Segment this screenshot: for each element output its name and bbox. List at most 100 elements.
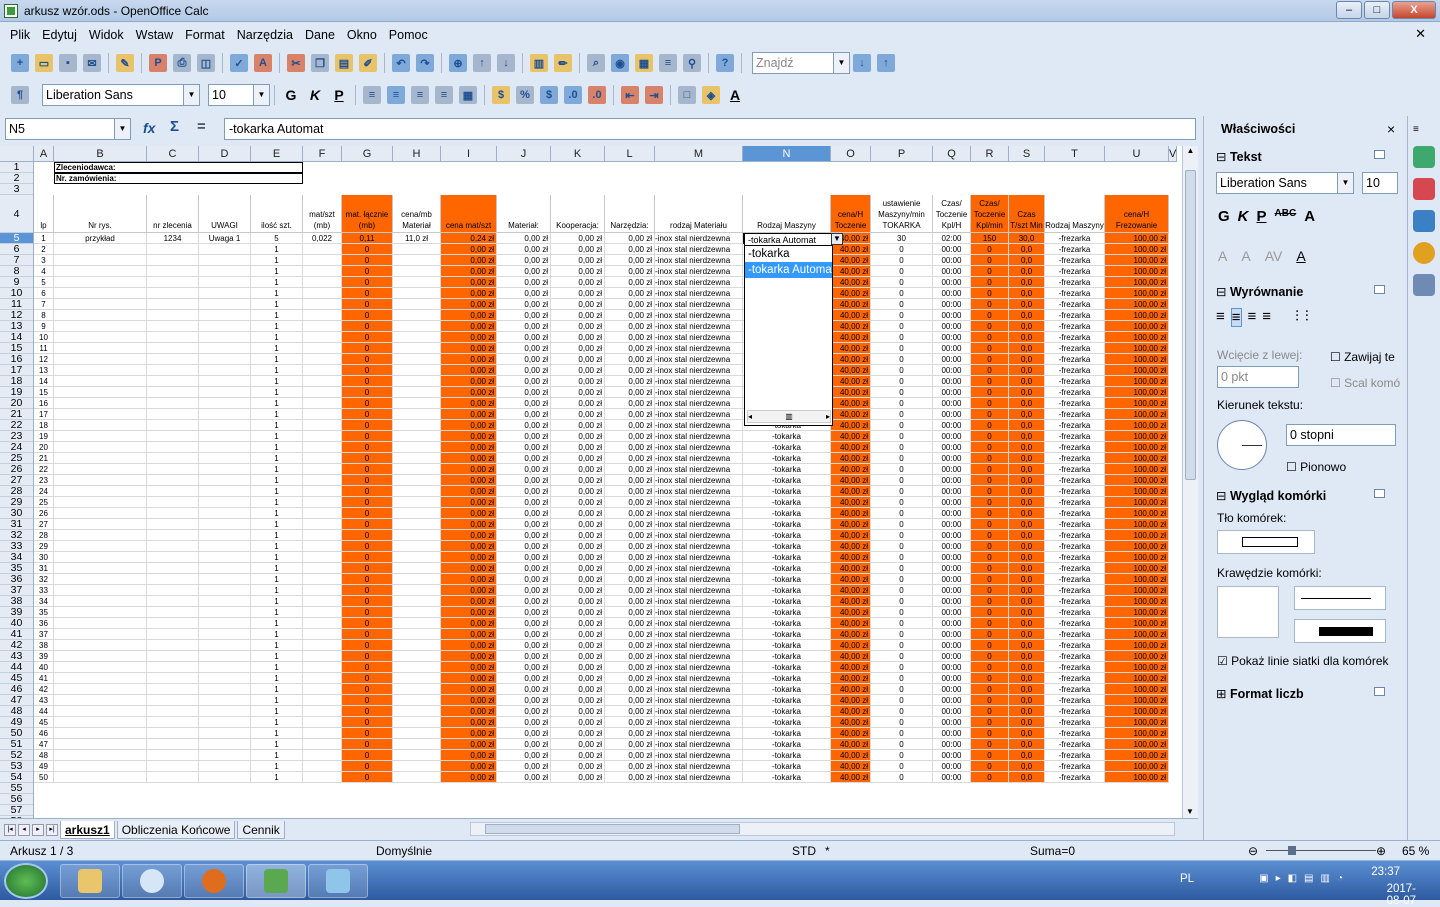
client-field[interactable]: Zleceniodawca:: [54, 162, 303, 173]
deck-functions-icon[interactable]: [1413, 274, 1435, 296]
cell-K24[interactable]: 0,00 zł: [551, 442, 605, 453]
cell-S11[interactable]: 0,0: [1009, 299, 1045, 310]
cell-H18[interactable]: [393, 376, 441, 387]
cell-Q16[interactable]: 00:00: [933, 354, 971, 365]
cell-A49[interactable]: 45: [34, 717, 54, 728]
cell-A45[interactable]: 41: [34, 673, 54, 684]
cell-L30[interactable]: 0,00 zł: [605, 508, 655, 519]
cell-F42[interactable]: [303, 640, 342, 651]
cell-K10[interactable]: 0,00 zł: [551, 288, 605, 299]
header-cell-D[interactable]: UWAGI: [199, 195, 251, 233]
cell-S27[interactable]: 0,0: [1009, 475, 1045, 486]
draw-functions-icon[interactable]: ✏: [554, 54, 572, 72]
cell-S34[interactable]: 0,0: [1009, 552, 1045, 563]
table-row[interactable]: 2 1 0 0,00 zł 0,00 zł 0,00 zł 0,00 zł -inox sta…: [34, 244, 1169, 255]
cell-G15[interactable]: 0: [342, 343, 393, 354]
cell-G50[interactable]: 0: [342, 728, 393, 739]
cell-L53[interactable]: 0,00 zł: [605, 761, 655, 772]
cell-A34[interactable]: 30: [34, 552, 54, 563]
cell-S31[interactable]: 0,0: [1009, 519, 1045, 530]
cell-I22[interactable]: 0,00 zł: [441, 420, 497, 431]
cell-T21[interactable]: -frezarka: [1045, 409, 1105, 420]
cell-H50[interactable]: [393, 728, 441, 739]
cell-J39[interactable]: 0,00 zł: [497, 607, 551, 618]
cell-G44[interactable]: 0: [342, 662, 393, 673]
background-color-icon[interactable]: ◈: [702, 86, 720, 104]
help-icon[interactable]: ?: [716, 54, 734, 72]
table-row[interactable]: 17 1 0 0,00 zł 0,00 zł 0,00 zł 0,00 zł -inox st…: [34, 409, 1169, 420]
cell-C23[interactable]: [147, 431, 199, 442]
cell-I25[interactable]: 0,00 zł: [441, 453, 497, 464]
cell-J46[interactable]: 0,00 zł: [497, 684, 551, 695]
cell-U46[interactable]: 100,00 zł: [1105, 684, 1169, 695]
cell-F6[interactable]: [303, 244, 342, 255]
menu-dane[interactable]: Dane: [299, 28, 341, 42]
cell-M27[interactable]: -inox stal nierdzewna: [655, 475, 743, 486]
cell-N39[interactable]: -tokarka: [743, 607, 831, 618]
cell-J5[interactable]: 0,00 zł: [497, 233, 551, 244]
cell-O23[interactable]: 40,00 zł: [831, 431, 871, 442]
cell-H48[interactable]: [393, 706, 441, 717]
cell-A53[interactable]: 49: [34, 761, 54, 772]
cell-U21[interactable]: 100,00 zł: [1105, 409, 1169, 420]
cell-R14[interactable]: 0: [971, 332, 1009, 343]
cell-R12[interactable]: 0: [971, 310, 1009, 321]
cell-L5[interactable]: 0,00 zł: [605, 233, 655, 244]
dropdown-option-tokarka-automat[interactable]: -tokarka Automat: [745, 262, 832, 278]
cell-C52[interactable]: [147, 750, 199, 761]
prev-sheet-icon[interactable]: ◂: [18, 823, 30, 836]
cell-E27[interactable]: 1: [251, 475, 303, 486]
cell-I20[interactable]: 0,00 zł: [441, 398, 497, 409]
start-button[interactable]: [4, 863, 48, 899]
cell-K13[interactable]: 0,00 zł: [551, 321, 605, 332]
cell-M45[interactable]: -inox stal nierdzewna: [655, 673, 743, 684]
undo-icon[interactable]: ↶: [392, 54, 410, 72]
cell-A7[interactable]: 3: [34, 255, 54, 266]
cell-T36[interactable]: -frezarka: [1045, 574, 1105, 585]
cell-J44[interactable]: 0,00 zł: [497, 662, 551, 673]
cell-L48[interactable]: 0,00 zł: [605, 706, 655, 717]
font-size-combo[interactable]: 10 ▼: [208, 84, 270, 106]
cell-A39[interactable]: 35: [34, 607, 54, 618]
cell-A8[interactable]: 4: [34, 266, 54, 277]
cell-H31[interactable]: [393, 519, 441, 530]
cell-L6[interactable]: 0,00 zł: [605, 244, 655, 255]
cell-M5[interactable]: -inox stal nierdzewna: [655, 233, 743, 244]
cell-N54[interactable]: -tokarka: [743, 772, 831, 783]
cell-D51[interactable]: [199, 739, 251, 750]
sidebar-grow-font-icon[interactable]: A: [1218, 248, 1227, 264]
cell-P51[interactable]: 0: [871, 739, 933, 750]
cell-Q44[interactable]: 00:00: [933, 662, 971, 673]
cell-O32[interactable]: 40,00 zł: [831, 530, 871, 541]
cell-L54[interactable]: 0,00 zł: [605, 772, 655, 783]
cell-D36[interactable]: [199, 574, 251, 585]
cell-L18[interactable]: 0,00 zł: [605, 376, 655, 387]
cell-T31[interactable]: -frezarka: [1045, 519, 1105, 530]
cell-C15[interactable]: [147, 343, 199, 354]
cell-O24[interactable]: 40,00 zł: [831, 442, 871, 453]
cell-S10[interactable]: 0,0: [1009, 288, 1045, 299]
cell-B24[interactable]: [54, 442, 147, 453]
cell-B50[interactable]: [54, 728, 147, 739]
cell-M10[interactable]: -inox stal nierdzewna: [655, 288, 743, 299]
cell-T23[interactable]: -frezarka: [1045, 431, 1105, 442]
cell-H7[interactable]: [393, 255, 441, 266]
cell-A5[interactable]: 1: [34, 233, 54, 244]
cell-M6[interactable]: -inox stal nierdzewna: [655, 244, 743, 255]
cell-J33[interactable]: 0,00 zł: [497, 541, 551, 552]
cell-R19[interactable]: 0: [971, 387, 1009, 398]
cell-I8[interactable]: 0,00 zł: [441, 266, 497, 277]
cell-L36[interactable]: 0,00 zł: [605, 574, 655, 585]
cell-J26[interactable]: 0,00 zł: [497, 464, 551, 475]
cell-R31[interactable]: 0: [971, 519, 1009, 530]
cell-S33[interactable]: 0,0: [1009, 541, 1045, 552]
cell-P40[interactable]: 0: [871, 618, 933, 629]
find-input[interactable]: Znajdź ▼: [752, 52, 850, 74]
menu-pomoc[interactable]: Pomoc: [383, 28, 434, 42]
cell-U23[interactable]: 100,00 zł: [1105, 431, 1169, 442]
cell-O20[interactable]: 40,00 zł: [831, 398, 871, 409]
cell-E51[interactable]: 1: [251, 739, 303, 750]
text-more-options-icon[interactable]: [1374, 150, 1385, 159]
table-row[interactable]: 14 1 0 0,00 zł 0,00 zł 0,00 zł 0,00 zł -inox st…: [34, 376, 1169, 387]
cell-M46[interactable]: -inox stal nierdzewna: [655, 684, 743, 695]
